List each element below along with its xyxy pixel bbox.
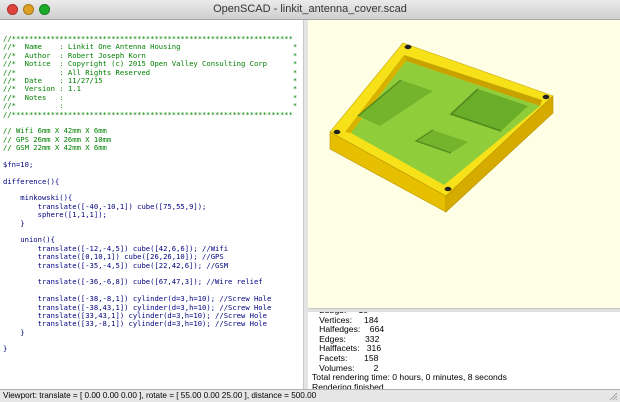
code-line[interactable]: translate([33,-8,1]) cylinder(d=3,h=10);…	[3, 319, 297, 328]
code-line[interactable]: // GSM 22mm X 42mm X 6mm	[3, 143, 297, 152]
3d-viewport[interactable]	[308, 20, 620, 308]
screw-hole	[333, 129, 341, 135]
code-line[interactable]: translate([-36,-6,8]) cube([67,47,3]); /…	[3, 277, 297, 286]
code-editor[interactable]: //**************************************…	[0, 20, 304, 389]
resize-grip-icon[interactable]	[609, 392, 618, 401]
code-line[interactable]: $fn=10;	[3, 160, 297, 169]
console-panel[interactable]: Bbbgb: 18 Vertices: 184 Halfedges: 664 E…	[308, 312, 620, 389]
window-titlebar: OpenSCAD - linkit_antenna_cover.scad	[0, 0, 620, 20]
viewport-status: Viewport: translate = [ 0.00 0.00 0.00 ]…	[3, 391, 317, 400]
code-line[interactable]: }	[3, 219, 297, 228]
code-line[interactable]: }	[3, 345, 297, 354]
rendered-model[interactable]	[308, 20, 620, 308]
window-title: OpenSCAD - linkit_antenna_cover.scad	[213, 3, 407, 15]
code-line[interactable]: sphere([1,1,1]);	[3, 210, 297, 219]
screw-hole	[404, 44, 412, 50]
screw-hole	[542, 94, 550, 100]
code-line[interactable]	[3, 152, 297, 160]
code-line[interactable]	[3, 337, 297, 345]
screw-hole	[444, 186, 452, 192]
console-text: Bbbgb: 18 Vertices: 184 Halfedges: 664 E…	[312, 312, 507, 389]
code-line[interactable]: translate([-35,-4,5]) cube([22,42,6]); /…	[3, 261, 297, 270]
code-line[interactable]: //**************************************…	[3, 110, 297, 119]
code-text[interactable]: //**************************************…	[3, 34, 297, 354]
status-bar: Viewport: translate = [ 0.00 0.00 0.00 ]…	[0, 389, 620, 402]
code-line[interactable]: difference(){	[3, 177, 297, 186]
code-line[interactable]: }	[3, 328, 297, 337]
